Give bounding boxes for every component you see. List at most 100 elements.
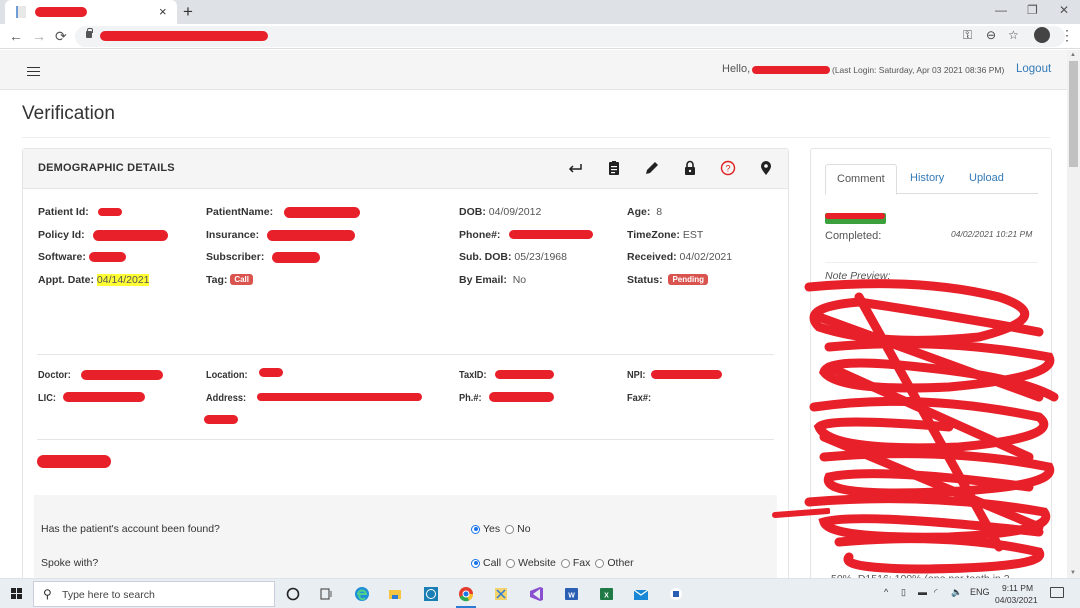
zoom-icon[interactable]: ⊖ [986,28,996,42]
top-navbar: Hello, (Last Login: Saturday, Apr 03 202… [0,50,1067,90]
edge-browser-icon[interactable] [353,585,371,603]
reload-button[interactable]: ⟳ [55,28,67,45]
lock-icon [86,28,93,38]
snipping-tool-icon[interactable] [492,585,510,603]
radio-website[interactable] [506,558,516,568]
back-button[interactable]: ← [9,28,23,44]
browser-tab-strip: × + — ❐ ✕ [0,0,1080,24]
logout-link[interactable]: Logout [1016,63,1051,75]
subscriber-field: Subscriber: [206,251,265,263]
subscriber-redacted [272,252,320,263]
radio-other[interactable] [595,558,605,568]
browser-menu-icon[interactable]: ⋮ [1060,27,1074,44]
clipboard-icon[interactable] [605,159,623,177]
visual-studio-icon[interactable] [527,585,545,603]
scroll-down-arrow-icon[interactable]: ▼ [1070,570,1076,576]
tray-device-icon[interactable]: ▯ [901,587,906,598]
margin-redaction-stroke [772,508,830,518]
appt-date-field: Appt. Date: 04/14/2021 [38,274,150,286]
dell-icon[interactable] [422,585,440,603]
lock-icon[interactable] [681,159,699,177]
software-redacted [89,252,126,262]
svg-text:W: W [568,593,575,600]
app-icon[interactable] [667,585,685,603]
page-scrollbar[interactable]: ▲ ▼ [1067,50,1080,578]
section-divider-2 [37,439,774,440]
svg-text:?: ? [725,164,730,174]
taskbar-search-box[interactable]: ⚲ Type here to search [33,581,275,607]
npi-field: NPI: [627,369,646,381]
svg-text:X: X [604,593,609,600]
scroll-up-arrow-icon[interactable]: ▲ [1070,52,1076,58]
demographic-details-panel: DEMOGRAPHIC DETAILS ? Patient Id: Patien… [22,148,789,578]
profile-avatar-icon[interactable] [1034,27,1050,43]
address-line2-redacted [204,415,238,424]
return-icon[interactable] [566,159,584,177]
pencil-icon[interactable] [643,159,661,177]
clock-time[interactable]: 9:11 PM [1002,583,1033,593]
page-title: Verification [22,103,115,124]
patient-name-redacted [284,207,360,218]
help-icon[interactable]: ? [719,159,737,177]
comment-side-panel: Comment History Upload Completed: 04/02/… [804,148,1059,578]
spoke-with-radio-group: Call Website Fax Other [471,557,639,569]
notification-center-icon[interactable] [1050,587,1064,598]
radio-fax[interactable] [560,558,570,568]
battery-icon[interactable]: ▬ [918,587,927,597]
mail-icon[interactable] [632,585,650,603]
key-icon[interactable]: ⚿ [963,28,972,43]
volume-icon[interactable]: 🔈 [951,587,962,598]
language-indicator[interactable]: ENG [970,587,990,597]
new-tab-button[interactable]: + [183,2,193,22]
minimize-button[interactable]: — [995,3,1007,17]
search-placeholder: Type here to search [62,589,155,601]
word-icon[interactable]: W [562,585,580,603]
cortana-icon[interactable] [284,585,302,603]
bookmark-star-icon[interactable]: ☆ [1008,28,1019,42]
chrome-icon[interactable] [457,585,475,603]
task-view-icon[interactable] [317,585,335,603]
tab-comment[interactable]: Comment [825,164,897,195]
side-panel-tabs: Comment History Upload [825,164,1038,195]
section-label-redacted [37,455,111,468]
restore-button[interactable]: ❐ [1027,3,1038,17]
close-window-button[interactable]: ✕ [1059,3,1069,17]
radio-call[interactable] [471,558,480,568]
tab-upload[interactable]: Upload [958,164,1015,194]
completed-date: 04/02/2021 10:21 PM [951,229,1033,239]
insurance-redacted [267,230,355,241]
completed-label: Completed: [825,230,882,242]
lic-field: LIC: [38,392,56,404]
last-login-text: (Last Login: Saturday, Apr 03 2021 08:36… [832,65,1005,75]
radio-no[interactable] [505,524,515,534]
tray-chevron-icon[interactable]: ^ [884,587,888,597]
file-explorer-icon[interactable] [386,585,404,603]
excel-icon[interactable]: X [597,585,615,603]
tab-close-button[interactable]: × [159,4,167,19]
tab-history[interactable]: History [899,164,955,194]
sub-dob-field: Sub. DOB: 05/23/1968 [459,251,567,263]
hamburger-menu-icon[interactable] [27,67,40,76]
phone-field: Phone#: [459,229,501,241]
scrollbar-thumb[interactable] [1069,61,1078,167]
clock-date[interactable]: 04/03/2021 [995,595,1038,605]
user-name-redacted [752,66,830,74]
fax-field: Fax#: [627,392,652,404]
panel-header: DEMOGRAPHIC DETAILS ? [23,149,788,189]
doctor-redacted [81,370,163,380]
insurance-field: Insurance: [206,229,260,241]
side-divider [825,262,1038,263]
phone-redacted [509,230,593,239]
wifi-icon[interactable]: ◜ [934,587,938,598]
address-field: Address: [206,392,247,404]
browser-tab[interactable]: × [5,0,177,24]
forward-button[interactable]: → [32,28,46,44]
radio-yes[interactable] [471,524,480,534]
windows-start-icon[interactable] [11,588,23,600]
greeting-text: Hello, [722,63,751,75]
note-redaction-scribble [804,279,1059,574]
map-pin-icon[interactable] [757,159,775,177]
address-bar[interactable]: ⚿ ⊖ ☆ [75,26,1065,47]
panel-title: DEMOGRAPHIC DETAILS [38,162,175,174]
url-redacted [100,31,268,41]
